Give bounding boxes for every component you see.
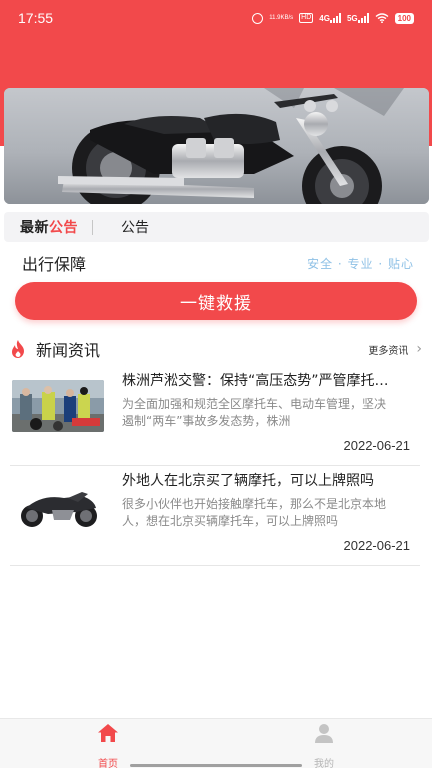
network-speed: 11.9 KB/s: [269, 15, 293, 22]
app-screen: 17:55 11.9 KB/s HD 4G 5G 100 最新公告 公告 出行保…: [0, 0, 432, 768]
nav-tab-mine[interactable]: 我的: [294, 723, 354, 768]
news-list-item[interactable]: 株洲芦淞交警：保持“高压态势”严管摩托车、电动车 为全面加强和规范全区摩托车、电…: [10, 366, 420, 466]
announcement-title-notice: 公告: [49, 220, 78, 236]
battery-icon: 100: [394, 12, 414, 24]
motorcycle-banner[interactable]: [4, 88, 429, 204]
news-thumbnail: [12, 380, 104, 432]
news-date: 2022-06-21: [343, 538, 411, 553]
wifi-icon: [375, 13, 389, 23]
home-indicator[interactable]: [130, 764, 302, 767]
status-time: 17:55: [18, 10, 54, 26]
announcement-bar[interactable]: 最新公告 公告: [4, 212, 429, 242]
more-news-label: 更多资讯: [368, 345, 409, 357]
network-speed-value: 11.9: [269, 14, 281, 21]
nav-tab-home-label: 首页: [98, 759, 118, 768]
news-section-title: 新闻资讯: [36, 341, 101, 360]
status-icons: 11.9 KB/s HD 4G 5G 100: [252, 12, 414, 24]
network-speed-unit: KB/s: [280, 14, 294, 21]
user-icon: [315, 724, 333, 743]
news-section-header: 新闻资讯 更多资讯 ›: [10, 337, 422, 361]
news-headline: 外地人在北京买了辆摩托，可以上牌照吗: [122, 473, 374, 489]
status-bar: 17:55 11.9 KB/s HD 4G 5G 100: [0, 0, 432, 36]
hd-icon: HD: [299, 13, 314, 23]
sim1-network-label: 4G: [319, 13, 330, 23]
news-thumbnail: [12, 480, 104, 532]
signal-icon-sim1: 4G: [319, 13, 341, 23]
more-news-link[interactable]: 更多资讯 ›: [368, 341, 422, 357]
announcement-title-latest: 最新: [20, 220, 49, 236]
sim2-network-label: 5G: [346, 13, 358, 23]
travel-guarantee-title: 出行保障: [22, 255, 87, 274]
fire-icon: [12, 340, 24, 358]
one-key-rescue-button[interactable]: 一键救援: [15, 282, 417, 320]
announcement-text[interactable]: 公告: [121, 217, 149, 237]
home-icon: [98, 724, 118, 742]
news-headline: 株洲芦淞交警：保持“高压态势”严管摩托车、电动车: [122, 373, 398, 389]
announcement-title: 最新公告: [20, 217, 78, 237]
chevron-right-icon: ›: [416, 341, 422, 357]
alarm-icon: [252, 12, 264, 24]
news-list-item[interactable]: 外地人在北京买了辆摩托，可以上牌照吗 很多小伙伴也开始接触摩托车，那么不是北京本…: [10, 466, 420, 566]
news-date: 2022-06-21: [343, 438, 411, 453]
bottom-navigation: 首页 我的: [0, 718, 432, 768]
motorcycle-image: [4, 88, 429, 204]
news-summary: 很多小伙伴也开始接触摩托车，那么不是北京本地人，想在北京买辆摩托车，可以上牌照吗: [122, 497, 387, 528]
nav-tab-home[interactable]: 首页: [78, 723, 138, 768]
signal-icon-sim2: 5G: [347, 13, 369, 23]
travel-guarantee-slogan: 安全 · 专业 · 贴心: [307, 256, 414, 271]
news-summary: 为全面加强和规范全区摩托车、电动车管理，坚决遏制“两车”事故多发态势，株洲: [122, 397, 387, 428]
nav-tab-mine-label: 我的: [314, 759, 334, 768]
travel-guarantee-row: 出行保障 安全 · 专业 · 贴心: [22, 252, 414, 274]
announcement-divider: [92, 219, 93, 235]
